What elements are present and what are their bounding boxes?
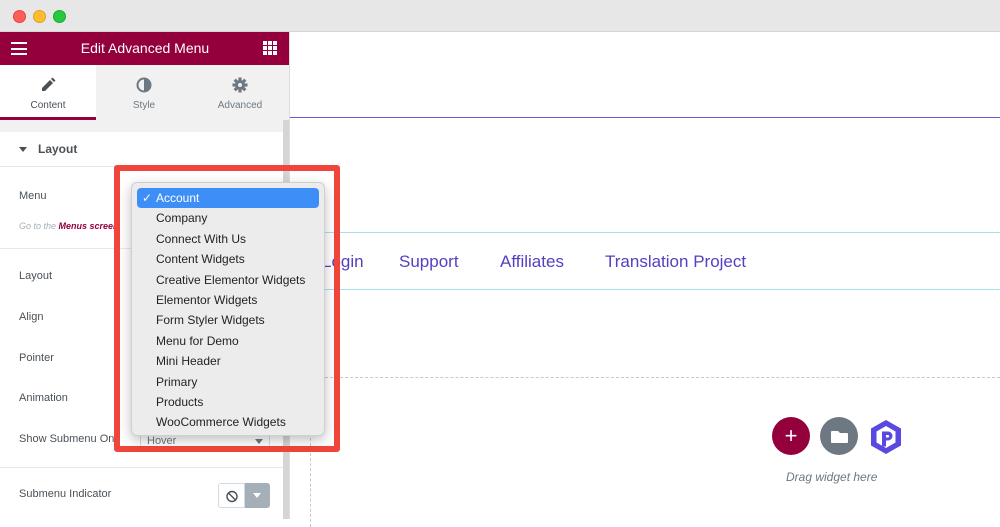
app-window: Login Support Affiliates Translation Pro… [0, 0, 1000, 527]
nav-link-translation-project[interactable]: Translation Project [605, 252, 746, 272]
animation-control-label: Animation [19, 392, 68, 404]
menu-option-creative-elementor-widgets[interactable]: Creative Elementor Widgets [137, 270, 319, 290]
align-control-label: Align [19, 311, 44, 323]
menu-option-menu-for-demo[interactable]: Menu for Demo [137, 331, 319, 351]
menu-select-dropdown[interactable]: ✓ Account Company Connect With Us Content… [131, 182, 325, 436]
add-section-button[interactable]: + [772, 417, 810, 455]
menu-option-connect-with-us[interactable]: Connect With Us [137, 229, 319, 249]
ban-icon [226, 490, 238, 503]
tab-content[interactable]: Content [0, 65, 96, 120]
menu-option-elementor-widgets[interactable]: Elementor Widgets [137, 290, 319, 310]
menu-control-label: Menu [19, 190, 47, 202]
option-label: Mini Header [156, 354, 221, 369]
panel-tabs: Content Style Advanced [0, 65, 289, 120]
option-label: Elementor Widgets [156, 293, 258, 307]
submenu-indicator-picker[interactable] [218, 483, 270, 508]
chevron-down-icon [253, 493, 261, 498]
maximize-window-button[interactable] [53, 10, 66, 23]
option-label: Account [156, 191, 200, 205]
menus-screen-hint: Go to the Menus screen [19, 221, 119, 231]
widgets-grid-icon[interactable] [263, 41, 277, 55]
gear-icon [192, 77, 288, 93]
menu-option-woocommerce-widgets[interactable]: WooCommerce Widgets [137, 412, 319, 432]
show-submenu-label: Show Submenu On [19, 433, 115, 445]
option-label: Form Styler Widgets [156, 313, 265, 328]
checkmark-icon: ✓ [142, 191, 153, 205]
option-label: Creative Elementor Widgets [156, 272, 306, 287]
option-label: Products [156, 395, 204, 409]
menu-option-account[interactable]: ✓ Account [137, 188, 319, 208]
nav-link-affiliates[interactable]: Affiliates [500, 252, 564, 272]
indicator-dropdown-button[interactable] [245, 483, 270, 508]
menu-bottom-border [290, 289, 1000, 290]
hint-text: Go to the [19, 221, 59, 231]
layout-control-label: Layout [19, 270, 53, 282]
tab-advanced-label: Advanced [217, 100, 263, 111]
divider [0, 467, 283, 468]
layout-section-title: Layout [38, 142, 78, 156]
pointer-control-label: Pointer [19, 352, 54, 364]
minimize-window-button[interactable] [33, 10, 46, 23]
caret-down-icon [19, 147, 27, 152]
plugin-logo-icon[interactable] [866, 417, 906, 457]
header-divider [290, 117, 1000, 118]
indicator-preview[interactable] [218, 483, 245, 508]
menus-screen-link[interactable]: Menus screen [59, 221, 119, 231]
submenu-indicator-label: Submenu Indicator [19, 488, 112, 500]
tab-style[interactable]: Style [96, 65, 192, 120]
menu-top-border [290, 232, 1000, 233]
tab-advanced[interactable]: Advanced [192, 65, 288, 120]
option-label: Menu for Demo [156, 333, 239, 348]
option-label: WooCommerce Widgets [156, 415, 286, 430]
nav-link-support[interactable]: Support [399, 252, 459, 272]
tab-style-label: Style [132, 100, 156, 111]
pencil-icon [0, 77, 96, 93]
tab-content-label: Content [30, 100, 66, 111]
option-label: Primary [156, 374, 198, 389]
window-titlebar [0, 0, 1000, 32]
panel-title: Edit Advanced Menu [80, 40, 210, 56]
close-window-button[interactable] [13, 10, 26, 23]
menu-option-company[interactable]: Company [137, 208, 319, 228]
layout-section-header[interactable]: Layout [0, 132, 283, 167]
menu-option-mini-header[interactable]: Mini Header [137, 351, 319, 371]
folder-icon [831, 431, 848, 443]
menu-option-products[interactable]: Products [137, 392, 319, 412]
option-label: Connect With Us [156, 231, 247, 246]
add-template-button[interactable] [820, 417, 858, 455]
menu-option-form-styler-widgets[interactable]: Form Styler Widgets [137, 310, 319, 330]
option-label: Content Widgets [156, 252, 245, 267]
drag-widget-hint: Drag widget here [786, 470, 878, 484]
option-label: Company [156, 211, 208, 226]
panel-header: Edit Advanced Menu [0, 32, 289, 65]
section-gap [0, 120, 283, 132]
menu-option-content-widgets[interactable]: Content Widgets [137, 249, 319, 269]
contrast-icon [96, 77, 192, 93]
menu-option-primary[interactable]: Primary [137, 372, 319, 392]
